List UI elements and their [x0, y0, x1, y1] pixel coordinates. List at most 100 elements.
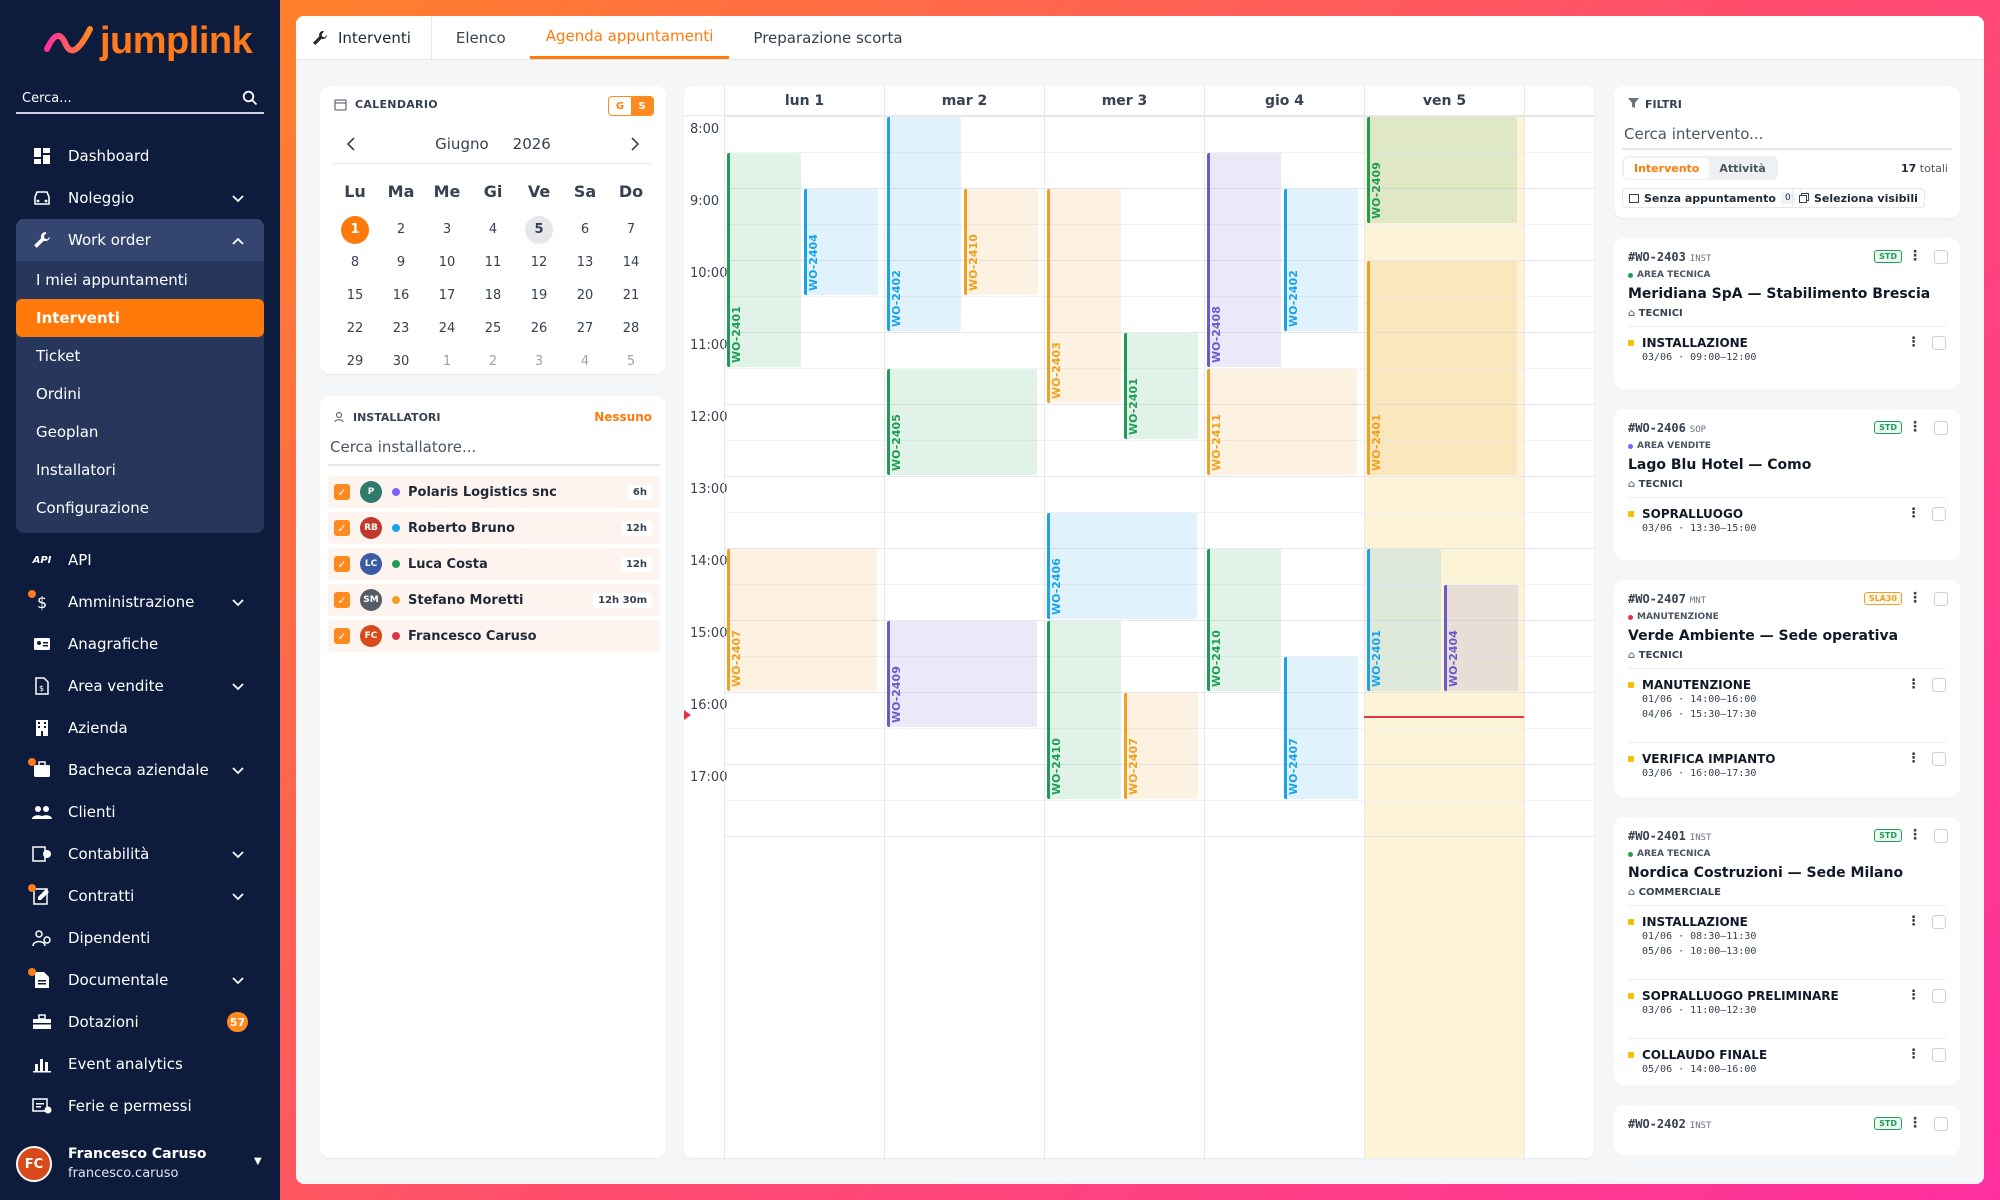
segment-intervento[interactable]: Intervento	[1624, 157, 1710, 179]
work-order-checkbox[interactable]	[1934, 1117, 1948, 1131]
activity-checkbox[interactable]	[1932, 989, 1946, 1003]
calendar-day[interactable]: 2	[470, 345, 516, 378]
tab-elenco[interactable]: Elenco	[440, 16, 522, 59]
view-day-button[interactable]: G	[609, 97, 631, 115]
sidebar-item-contratti[interactable]: Contratti	[16, 875, 264, 917]
event-block[interactable]: WO-2410	[964, 189, 1038, 295]
calendar-day[interactable]: 15	[332, 279, 378, 312]
chevron-down-icon[interactable]	[232, 189, 244, 207]
installer-row[interactable]: ✓ RB Roberto Bruno 12h	[328, 512, 660, 544]
work-order-checkbox[interactable]	[1934, 829, 1948, 843]
calendar-day[interactable]: 10	[424, 246, 470, 279]
calendar-day[interactable]: 20	[562, 279, 608, 312]
sidebar-item-amministrazione[interactable]: $ Amministrazione	[16, 581, 264, 623]
installer-row[interactable]: ✓ P Polaris Logistics snc 6h	[328, 476, 660, 508]
sidebar-subitem-geoplan[interactable]: Geoplan	[16, 413, 264, 451]
installer-row[interactable]: ✓ SM Stefano Moretti 12h 30m	[328, 584, 660, 616]
chevron-right-icon[interactable]	[628, 136, 640, 151]
sidebar-item-noleggio[interactable]: Noleggio	[16, 177, 264, 219]
calendar-day[interactable]: 3	[424, 213, 470, 246]
event-block[interactable]: WO-2405	[887, 369, 1037, 475]
sidebar-item-ferie-e-permessi[interactable]: Ferie e permessi	[16, 1085, 264, 1127]
calendar-day[interactable]: 5	[608, 345, 654, 378]
work-order-card[interactable]: #WO-2401 INST STD ⋮ AREA TECNICA Nordica Cost…	[1614, 817, 1960, 1085]
activity-checkbox[interactable]	[1932, 507, 1946, 521]
event-block[interactable]: WO-2409	[887, 621, 1037, 727]
event-block[interactable]: WO-2407	[727, 549, 877, 691]
event-block[interactable]: WO-2404	[1444, 585, 1518, 691]
more-vertical-icon[interactable]: ⋮	[1907, 1047, 1920, 1062]
intervention-search-input[interactable]: Cerca intervento...	[1622, 120, 1952, 150]
event-block[interactable]: WO-2401	[727, 153, 801, 367]
calendar-day[interactable]: 11	[470, 246, 516, 279]
installer-row[interactable]: ✓ LC Luca Costa 12h	[328, 548, 660, 580]
event-block[interactable]: WO-2409	[1367, 117, 1517, 223]
more-vertical-icon[interactable]: ⋮	[1907, 335, 1920, 350]
sidebar-item-documentale[interactable]: Documentale	[16, 959, 264, 1001]
work-order-card[interactable]: #WO-2402 INST STD ⋮	[1614, 1105, 1960, 1155]
calendar-day[interactable]: 30	[378, 345, 424, 378]
event-block[interactable]: WO-2408	[1207, 153, 1281, 367]
sidebar-item-anagrafiche[interactable]: Anagrafiche	[16, 623, 264, 665]
event-block[interactable]: WO-2401	[1367, 261, 1517, 475]
calendar-day[interactable]: 22	[332, 312, 378, 345]
calendar-day[interactable]: 19	[516, 279, 562, 312]
calendar-day[interactable]: 4	[562, 345, 608, 378]
calendar-day[interactable]: 17	[424, 279, 470, 312]
calendar-day[interactable]: 2	[378, 213, 424, 246]
select-none-link[interactable]: Nessuno	[594, 410, 652, 424]
day-header[interactable]: mar 2	[884, 86, 1044, 116]
activity-row[interactable]: SOPRALLUOGO 03/06 · 13:30–15:00 ⋮	[1628, 506, 1946, 536]
event-block[interactable]: WO-2402	[1284, 189, 1358, 331]
sidebar-subitem-ticket[interactable]: Ticket	[16, 337, 264, 375]
day-header[interactable]: ven 5	[1364, 86, 1524, 116]
user-menu[interactable]: FC Francesco Caruso francesco.caruso ▼	[16, 1140, 266, 1188]
calendar-day[interactable]: 3	[516, 345, 562, 378]
activity-checkbox[interactable]	[1932, 336, 1946, 350]
calendar-day[interactable]: 4	[470, 213, 516, 246]
activity-row[interactable]: MANUTENZIONE 01/06 · 14:00–16:00 04/06 · 1…	[1628, 677, 1946, 722]
sidebar-item-contabilit[interactable]: Contabilità	[16, 833, 264, 875]
calendar-day[interactable]: 24	[424, 312, 470, 345]
event-block[interactable]: WO-2402	[887, 117, 961, 331]
sidebar-item-api[interactable]: API API	[16, 539, 264, 581]
event-block[interactable]: WO-2406	[1047, 513, 1197, 619]
year-label[interactable]: 2026	[513, 135, 551, 153]
sidebar-item-bacheca-aziendale[interactable]: Bacheca aziendale	[16, 749, 264, 791]
chevron-up-icon[interactable]	[232, 231, 244, 249]
more-vertical-icon[interactable]: ⋮	[1908, 590, 1922, 606]
chevron-down-icon[interactable]	[232, 677, 244, 695]
calendar-day[interactable]: 1	[424, 345, 470, 378]
view-week-button[interactable]: S	[631, 97, 653, 115]
calendar-day[interactable]: 25	[470, 312, 516, 345]
calendar-day[interactable]: 16	[378, 279, 424, 312]
sidebar-item-azienda[interactable]: Azienda	[16, 707, 264, 749]
day-header[interactable]: lun 1	[724, 86, 884, 116]
more-vertical-icon[interactable]: ⋮	[1908, 419, 1922, 435]
more-vertical-icon[interactable]: ⋮	[1907, 677, 1920, 692]
sidebar-item-area-vendite[interactable]: $ Area vendite	[16, 665, 264, 707]
more-vertical-icon[interactable]: ⋮	[1907, 914, 1920, 929]
calendar-day[interactable]: 6	[562, 213, 608, 246]
event-block[interactable]: WO-2401	[1367, 549, 1441, 691]
work-order-card[interactable]: #WO-2406 SOP STD ⋮ AREA VENDITE Lago Blu Hote…	[1614, 409, 1960, 560]
sidebar-item-work-order[interactable]: Work order	[16, 219, 264, 261]
more-vertical-icon[interactable]: ⋮	[1908, 1115, 1922, 1131]
activity-checkbox[interactable]	[1932, 915, 1946, 929]
activity-checkbox[interactable]	[1932, 678, 1946, 692]
select-visible-button[interactable]: Seleziona visibili	[1792, 188, 1925, 208]
sidebar-subitem-interventi[interactable]: Interventi	[16, 299, 264, 337]
more-vertical-icon[interactable]: ⋮	[1907, 506, 1920, 521]
calendar-day[interactable]: 7	[608, 213, 654, 246]
work-order-card[interactable]: #WO-2403 INST STD ⋮ AREA TECNICA Meridiana Sp…	[1614, 238, 1960, 389]
activity-row[interactable]: SOPRALLUOGO PRELIMINARE 03/06 · 11:00–12:…	[1628, 988, 1946, 1018]
installer-checkbox[interactable]: ✓	[334, 556, 350, 572]
sidebar-subitem-configurazione[interactable]: Configurazione	[16, 489, 264, 527]
day-header[interactable]: gio 4	[1204, 86, 1364, 116]
work-order-card[interactable]: #WO-2407 MNT SLA30 ⋮ MANUTENZIONE Verde Ambie…	[1614, 580, 1960, 797]
work-order-checkbox[interactable]	[1934, 250, 1948, 264]
calendar-day[interactable]: 13	[562, 246, 608, 279]
without-appointment-button[interactable]: Senza appuntamento 0	[1622, 188, 1802, 208]
work-order-checkbox[interactable]	[1934, 421, 1948, 435]
sidebar-item-dashboard[interactable]: Dashboard	[16, 135, 264, 177]
